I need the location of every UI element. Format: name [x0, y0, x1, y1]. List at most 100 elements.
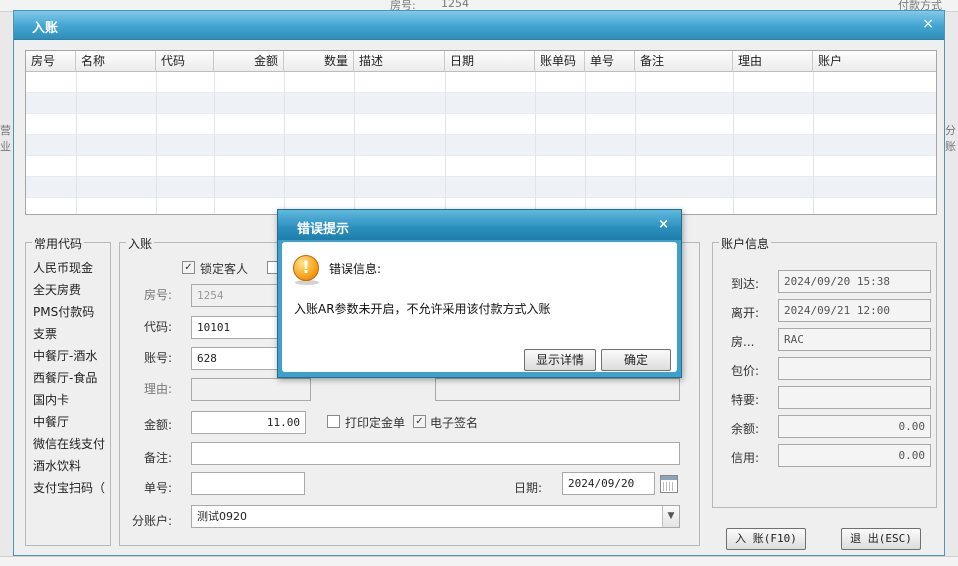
window-titlebar[interactable]: 入账 × [14, 11, 944, 40]
esign-checkbox[interactable]: ✓ [413, 415, 426, 428]
error-dialog-close-icon[interactable]: × [658, 217, 669, 232]
table-row[interactable] [26, 177, 936, 198]
background-fragment-right: 分账 [945, 124, 956, 153]
grid-divider [585, 72, 586, 214]
window-close-icon[interactable]: × [922, 16, 934, 32]
departure-field[interactable]: 2024/09/21 12:00 [778, 299, 931, 322]
grid-divider [76, 72, 77, 214]
room-label: 房号: [144, 288, 173, 302]
transaction-grid[interactable]: 房号 名称 代码 金额 数量 描述 日期 账单码 单号 备注 理由 账户 [25, 50, 937, 215]
balance-label: 余额: [731, 422, 760, 436]
special-field[interactable] [778, 386, 931, 409]
grid-divider [635, 72, 636, 214]
subaccount-value: 测试0920 [197, 510, 247, 523]
grid-header: 房号 名称 代码 金额 数量 描述 日期 账单码 单号 备注 理由 账户 [26, 51, 936, 72]
exit-button[interactable]: 退 出(ESC) [841, 528, 921, 550]
column-header-name[interactable]: 名称 [76, 51, 156, 72]
background-fragment-left: 营业 [0, 124, 11, 153]
error-dialog-titlebar[interactable]: 错误提示 × [278, 210, 681, 240]
common-codes-group: 常用代码 人民币现金 全天房费 PMS付款码 支票 中餐厅-酒水 西餐厅-食品 … [25, 235, 111, 546]
background-bottom-strip [0, 556, 958, 566]
subaccount-select[interactable]: 测试0920 ▼ [191, 505, 680, 528]
remark-field[interactable] [191, 442, 680, 465]
subaccount-label: 分账户: [132, 514, 173, 528]
account-label: 账号: [144, 351, 173, 365]
voucher-field[interactable] [191, 472, 305, 495]
code-item[interactable]: 西餐厅-食品 [33, 369, 97, 386]
code-item[interactable]: PMS付款码 [33, 303, 94, 320]
column-header-bill-code[interactable]: 账单码 [535, 51, 585, 72]
table-row[interactable] [26, 135, 936, 156]
room-type-field[interactable]: RAC [778, 328, 931, 351]
error-heading: 错误信息: [329, 262, 382, 276]
column-header-description[interactable]: 描述 [354, 51, 445, 72]
table-row[interactable] [26, 72, 936, 93]
account-info-group: 账户信息 到达: 2024/09/20 15:38 离开: 2024/09/21… [712, 235, 937, 508]
room-type-label: 房... [731, 335, 755, 349]
package-label: 包价: [731, 364, 760, 378]
code-item[interactable]: 中餐厅-酒水 [33, 347, 97, 364]
error-dialog-title: 错误提示 [297, 222, 350, 237]
error-dialog: 错误提示 × ! 错误信息: 入账AR参数未开启，不允许采用该付款方式入账 显示… [277, 209, 682, 378]
ok-button[interactable]: 确定 [601, 349, 671, 371]
column-header-reason[interactable]: 理由 [733, 51, 813, 72]
background-room-value: 1254 [441, 0, 469, 10]
column-header-quantity[interactable]: 数量 [284, 51, 354, 72]
table-row[interactable] [26, 93, 936, 114]
table-row[interactable] [26, 114, 936, 135]
column-header-amount[interactable]: 金额 [214, 51, 284, 72]
code-item[interactable]: 中餐厅 [33, 413, 69, 430]
print-deposit-label: 打印定金单 [345, 416, 406, 430]
lock-guest-checkbox[interactable]: ✓ [182, 261, 195, 274]
grid-divider [214, 72, 215, 214]
grid-divider [156, 72, 157, 214]
show-details-button[interactable]: 显示详情 [524, 349, 596, 371]
code-item[interactable]: 微信在线支付 [33, 435, 105, 452]
date-field[interactable]: 2024/09/20 [562, 472, 655, 495]
grid-divider [284, 72, 285, 214]
table-row[interactable] [26, 156, 936, 177]
column-header-voucher[interactable]: 单号 [585, 51, 635, 72]
code-item[interactable]: 全天房费 [33, 281, 81, 298]
error-dialog-body: ! 错误信息: 入账AR参数未开启，不允许采用该付款方式入账 显示详情 确定 [282, 242, 677, 372]
column-header-room[interactable]: 房号 [26, 51, 76, 72]
reason-extra-field[interactable] [435, 378, 680, 401]
column-header-date[interactable]: 日期 [445, 51, 535, 72]
grid-divider [813, 72, 814, 214]
account-info-title: 账户信息 [719, 235, 772, 252]
credit-label: 信用: [731, 451, 760, 465]
package-field[interactable] [778, 357, 931, 380]
post-button[interactable]: 入 账(F10) [726, 528, 806, 550]
amount-field[interactable]: 11.00 [191, 411, 306, 434]
code-item[interactable]: 支付宝扫码（ [33, 479, 105, 496]
chevron-down-icon[interactable]: ▼ [662, 506, 679, 527]
column-header-code[interactable]: 代码 [156, 51, 214, 72]
code-item[interactable]: 人民币现金 [33, 259, 93, 276]
reason-label: 理由: [144, 382, 173, 396]
column-header-account[interactable]: 账户 [813, 51, 936, 72]
column-header-remark[interactable]: 备注 [635, 51, 733, 72]
grid-divider [535, 72, 536, 214]
code-label: 代码: [144, 320, 173, 334]
code-item[interactable]: 国内卡 [33, 391, 69, 408]
special-label: 特要: [731, 393, 760, 407]
common-codes-title: 常用代码 [32, 235, 85, 252]
print-deposit-checkbox[interactable] [327, 415, 340, 428]
grid-divider [445, 72, 446, 214]
error-message: 入账AR参数未开启，不允许采用该付款方式入账 [294, 302, 551, 316]
esign-label: 电子签名 [430, 416, 479, 430]
code-item[interactable]: 酒水饮料 [33, 457, 81, 474]
code-item[interactable]: 支票 [33, 325, 57, 342]
grid-divider [733, 72, 734, 214]
departure-label: 离开: [731, 306, 760, 320]
arrival-field[interactable]: 2024/09/20 15:38 [778, 270, 931, 293]
posting-title: 入账 [126, 235, 155, 252]
amount-label: 金额: [144, 418, 173, 432]
reason-field[interactable] [191, 378, 311, 401]
calendar-icon[interactable] [660, 475, 678, 493]
balance-field[interactable]: 0.00 [778, 415, 931, 438]
remark-label: 备注: [144, 451, 173, 465]
grid-divider [354, 72, 355, 214]
credit-field[interactable]: 0.00 [778, 444, 931, 467]
lock-guest-label: 锁定客人 [200, 262, 249, 276]
